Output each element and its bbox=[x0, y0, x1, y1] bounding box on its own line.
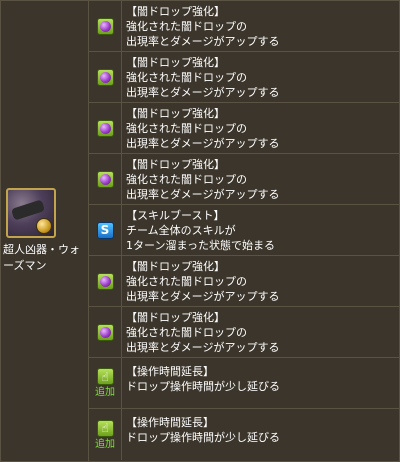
awakening-text: 【闇ドロップ強化】 強化された闇ドロップの 出現率とダメージがアップする bbox=[122, 307, 399, 357]
awakening-icon-cell bbox=[89, 307, 122, 357]
awakening-title: 【闇ドロップ強化】 bbox=[126, 107, 225, 120]
awakening-row: 【闇ドロップ強化】 強化された闇ドロップの 出現率とダメージがアップする bbox=[89, 52, 399, 103]
awakening-title: 【闇ドロップ強化】 bbox=[126, 56, 225, 69]
awakening-text: 【闇ドロップ強化】 強化された闇ドロップの 出現率とダメージがアップする bbox=[122, 52, 399, 102]
dark-drop-enhance-icon bbox=[96, 119, 114, 137]
awakening-title: 【スキルブースト】 bbox=[126, 209, 225, 222]
dark-drop-enhance-icon bbox=[96, 17, 114, 35]
awakening-row: 【闇ドロップ強化】 強化された闇ドロップの 出現率とダメージがアップする bbox=[89, 256, 399, 307]
monster-cell: 超人凶器・ウォーズマン bbox=[1, 1, 89, 461]
awakening-desc-line: 強化された闇ドロップの bbox=[126, 71, 247, 84]
awakening-desc-line: ドロップ操作時間が少し延びる bbox=[126, 431, 280, 444]
awakening-desc-line: 強化された闇ドロップの bbox=[126, 326, 247, 339]
awakening-icon-cell: ☝ 追加 bbox=[89, 409, 122, 460]
awakening-icon-cell bbox=[89, 154, 122, 204]
time-extend-icon: ☝ bbox=[96, 368, 114, 385]
awakening-title: 【闇ドロップ強化】 bbox=[126, 260, 225, 273]
dark-drop-enhance-icon bbox=[96, 323, 114, 341]
awakening-desc-line: 出現率とダメージがアップする bbox=[126, 290, 280, 303]
awakening-icon-cell: ☝ 追加 bbox=[89, 358, 122, 408]
added-label: 追加 bbox=[95, 387, 115, 398]
awakening-row: 【闇ドロップ強化】 強化された闇ドロップの 出現率とダメージがアップする bbox=[89, 1, 399, 52]
awakening-row: S 【スキルブースト】 チーム全体のスキルが 1ターン溜まった状態で始まる bbox=[89, 205, 399, 256]
awakening-table: 超人凶器・ウォーズマン 【闇ドロップ強化】 強化された闇ドロップの 出現率とダメ… bbox=[0, 0, 400, 462]
awakening-text: 【スキルブースト】 チーム全体のスキルが 1ターン溜まった状態で始まる bbox=[122, 205, 399, 255]
awakening-title: 【闇ドロップ強化】 bbox=[126, 5, 225, 18]
awakening-text: 【操作時間延長】 ドロップ操作時間が少し延びる bbox=[122, 358, 399, 408]
awakening-desc-line: チーム全体のスキルが bbox=[126, 224, 236, 237]
awakening-desc-line: ドロップ操作時間が少し延びる bbox=[126, 380, 280, 393]
awakening-text: 【闇ドロップ強化】 強化された闇ドロップの 出現率とダメージがアップする bbox=[122, 103, 399, 153]
weapon-art bbox=[10, 199, 46, 221]
awakening-row: 【闇ドロップ強化】 強化された闇ドロップの 出現率とダメージがアップする bbox=[89, 307, 399, 358]
awakening-icon-cell bbox=[89, 52, 122, 102]
dark-drop-enhance-icon bbox=[96, 68, 114, 86]
awakening-desc-line: 出現率とダメージがアップする bbox=[126, 137, 280, 150]
monster-portrait[interactable] bbox=[6, 188, 56, 238]
awakening-row: 【闇ドロップ強化】 強化された闇ドロップの 出現率とダメージがアップする bbox=[89, 103, 399, 154]
awakening-desc-line: 出現率とダメージがアップする bbox=[126, 86, 280, 99]
added-label: 追加 bbox=[95, 438, 115, 450]
awakening-list: 【闇ドロップ強化】 強化された闇ドロップの 出現率とダメージがアップする 【闇ド… bbox=[89, 1, 399, 461]
awakening-title: 【闇ドロップ強化】 bbox=[126, 311, 225, 324]
awakening-title: 【操作時間延長】 bbox=[126, 365, 214, 378]
awakening-icon-cell bbox=[89, 256, 122, 306]
awakening-text: 【操作時間延長】 ドロップ操作時間が少し延びる bbox=[122, 409, 399, 460]
skill-boost-icon: S bbox=[96, 221, 114, 239]
awakening-icon-cell bbox=[89, 1, 122, 51]
attribute-gem-icon bbox=[36, 218, 52, 234]
dark-drop-enhance-icon bbox=[96, 272, 114, 290]
awakening-text: 【闇ドロップ強化】 強化された闇ドロップの 出現率とダメージがアップする bbox=[122, 256, 399, 306]
awakening-row: ☝ 追加 【操作時間延長】 ドロップ操作時間が少し延びる bbox=[89, 409, 399, 460]
awakening-desc-line: 強化された闇ドロップの bbox=[126, 122, 247, 135]
time-extend-icon: ☝ bbox=[96, 419, 114, 437]
awakening-desc-line: 1ターン溜まった状態で始まる bbox=[126, 239, 276, 252]
awakening-text: 【闇ドロップ強化】 強化された闇ドロップの 出現率とダメージがアップする bbox=[122, 1, 399, 51]
awakening-desc-line: 出現率とダメージがアップする bbox=[126, 188, 280, 201]
awakening-row: ☝ 追加 【操作時間延長】 ドロップ操作時間が少し延びる bbox=[89, 358, 399, 409]
awakening-icon-cell: S bbox=[89, 205, 122, 255]
awakening-desc-line: 出現率とダメージがアップする bbox=[126, 35, 280, 48]
awakening-title: 【闇ドロップ強化】 bbox=[126, 158, 225, 171]
awakening-desc-line: 強化された闇ドロップの bbox=[126, 20, 247, 33]
awakening-desc-line: 強化された闇ドロップの bbox=[126, 275, 247, 288]
monster-name: 超人凶器・ウォーズマン bbox=[3, 243, 80, 272]
awakening-row: 【闇ドロップ強化】 強化された闇ドロップの 出現率とダメージがアップする bbox=[89, 154, 399, 205]
awakening-text: 【闇ドロップ強化】 強化された闇ドロップの 出現率とダメージがアップする bbox=[122, 154, 399, 204]
awakening-desc-line: 出現率とダメージがアップする bbox=[126, 341, 280, 354]
awakening-icon-cell bbox=[89, 103, 122, 153]
awakening-desc-line: 強化された闇ドロップの bbox=[126, 173, 247, 186]
dark-drop-enhance-icon bbox=[96, 170, 114, 188]
awakening-title: 【操作時間延長】 bbox=[126, 416, 214, 429]
